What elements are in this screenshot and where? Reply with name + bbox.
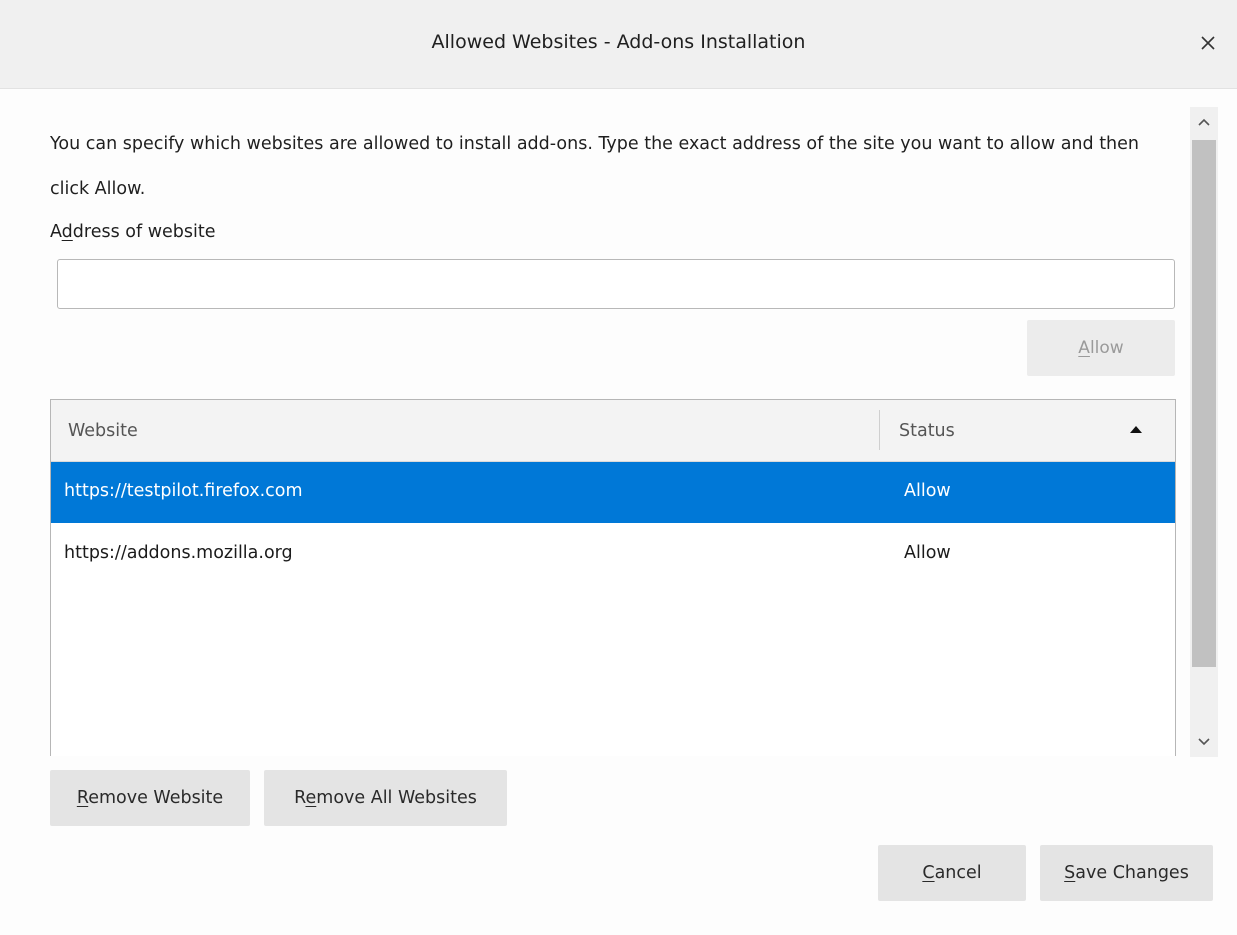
save-key: S xyxy=(1064,863,1076,883)
column-separator[interactable] xyxy=(879,410,880,450)
scrollbar-thumb[interactable] xyxy=(1192,140,1216,667)
remove-all-rest: move All Websites xyxy=(316,788,477,808)
remove-all-pre: R xyxy=(294,788,306,808)
status-cell: Allow xyxy=(904,543,951,563)
chevron-down-icon xyxy=(1198,738,1210,746)
column-header-status[interactable]: Status xyxy=(899,421,955,441)
table-row[interactable]: https://addons.mozilla.org Allow xyxy=(51,524,1175,585)
vertical-scrollbar[interactable] xyxy=(1190,107,1218,757)
table-header: Website Status xyxy=(51,400,1175,462)
address-label: Address of website xyxy=(50,222,216,242)
website-cell: https://addons.mozilla.org xyxy=(64,543,293,563)
scroll-up-button[interactable] xyxy=(1190,107,1218,137)
remove-website-button[interactable]: Remove Website xyxy=(50,770,250,826)
website-cell: https://testpilot.firefox.com xyxy=(64,481,303,501)
close-button[interactable] xyxy=(1191,26,1225,60)
address-input[interactable] xyxy=(57,259,1175,309)
cancel-key: C xyxy=(922,863,935,883)
dialog-title: Allowed Websites - Add-ons Installation xyxy=(431,31,806,53)
scroll-down-button[interactable] xyxy=(1190,727,1218,757)
remove-all-key: e xyxy=(305,788,317,808)
status-cell: Allow xyxy=(904,481,951,501)
cancel-rest: ancel xyxy=(934,863,982,883)
remove-all-websites-button[interactable]: Remove All Websites xyxy=(264,770,507,826)
remove-website-key: R xyxy=(76,788,89,808)
save-rest: ave Changes xyxy=(1075,863,1189,883)
dialog-titlebar: Allowed Websites - Add-ons Installation xyxy=(0,0,1237,89)
chevron-up-icon xyxy=(1198,118,1210,126)
sort-ascending-icon xyxy=(1130,426,1142,433)
table-row[interactable]: https://testpilot.firefox.com Allow xyxy=(51,462,1175,523)
description-text: You can specify which websites are allow… xyxy=(50,134,1140,199)
address-label-post: dress of website xyxy=(72,222,216,242)
close-icon xyxy=(1201,36,1215,50)
remove-website-rest: emove Website xyxy=(88,788,224,808)
cancel-button[interactable]: Cancel xyxy=(878,845,1026,901)
allow-button-key: A xyxy=(1078,338,1090,358)
address-label-key: d xyxy=(61,222,73,242)
allow-button[interactable]: Allow xyxy=(1027,320,1175,376)
save-changes-button[interactable]: Save Changes xyxy=(1040,845,1213,901)
column-header-website[interactable]: Website xyxy=(68,421,138,441)
websites-table: Website Status https://testpilot.firefox… xyxy=(50,399,1176,756)
address-label-pre: A xyxy=(50,222,62,242)
allow-button-rest: llow xyxy=(1089,338,1124,358)
